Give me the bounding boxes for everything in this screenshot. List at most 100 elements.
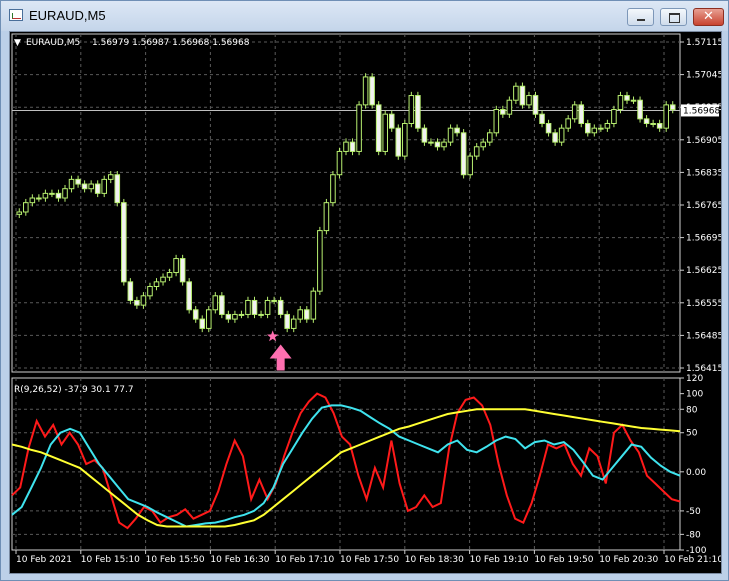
price-tick-label: 1.56485: [686, 331, 721, 341]
candle-body: [500, 109, 506, 115]
candle-body: [506, 99, 513, 115]
price-tick-label: 1.57115: [686, 38, 721, 48]
candle-body: [630, 99, 637, 102]
title-bar[interactable]: EURAUD,M5 ✕: [1, 1, 728, 31]
candle-body: [591, 127, 598, 134]
time-tick-label: 10 Feb 2021: [16, 555, 72, 565]
candle-body: [545, 123, 552, 134]
chart-area[interactable]: 1.571151.570451.569751.569051.568351.567…: [9, 31, 722, 574]
candle-body: [408, 95, 415, 125]
rsi-lines: [11, 392, 681, 530]
price-panel-frame: [11, 33, 681, 373]
candle-body: [23, 202, 29, 213]
candle-body: [532, 95, 539, 115]
chart-canvas[interactable]: 1.571151.570451.569751.569051.568351.567…: [10, 32, 721, 573]
time-tick-label: 10 Feb 19:10: [470, 555, 529, 565]
minimize-icon: [637, 19, 645, 21]
candle-body: [552, 132, 558, 143]
candle-body: [121, 202, 127, 283]
rsi-26-line: [11, 404, 681, 528]
close-icon: ✕: [703, 9, 714, 24]
indicator-tick-label: -80: [686, 530, 701, 540]
candle-body: [225, 313, 232, 320]
candle-body: [434, 141, 441, 148]
chart-window: EURAUD,M5 ✕ 1.571151.570451.569751.56905…: [0, 0, 729, 581]
candle-body: [205, 309, 212, 329]
candle-body: [526, 95, 532, 106]
candle-body: [310, 290, 317, 320]
indicator-tick-label: 0.00: [686, 468, 706, 478]
candle-body: [604, 123, 611, 129]
candle-body: [166, 272, 173, 278]
candle-body: [441, 141, 447, 148]
candle-body: [284, 313, 290, 329]
candle-body: [245, 299, 251, 315]
candle-body: [258, 313, 264, 316]
candle-body: [382, 113, 388, 152]
candle-body: [598, 127, 604, 130]
chart-window-icon: [9, 9, 23, 21]
candle-body: [290, 318, 297, 329]
indicator-tick-label: -50: [686, 507, 701, 517]
candle-body: [650, 123, 656, 125]
candle-body: [539, 113, 545, 124]
indicator-header: R(9,26,52) -37.9 30.1 77.7: [14, 385, 134, 395]
close-button[interactable]: ✕: [693, 8, 724, 26]
price-tick-label: 1.56765: [686, 201, 721, 211]
rsi-52-line: [11, 408, 681, 528]
candle-body: [264, 299, 271, 315]
candle-body: [147, 286, 153, 297]
candle-body: [480, 141, 487, 148]
candle-body: [421, 127, 428, 143]
candle-body: [107, 174, 114, 180]
price-tick-label: 1.56625: [686, 266, 721, 276]
signals: [266, 330, 292, 371]
candle-body: [415, 95, 421, 129]
candle-body: [36, 197, 42, 200]
candle-body: [493, 109, 500, 134]
time-tick-label: 10 Feb 19:50: [534, 555, 593, 565]
candle-body: [186, 281, 192, 311]
price-tick-label: 1.56905: [686, 136, 721, 146]
price-tick-label: 1.56695: [686, 234, 721, 244]
price-tick-label: 1.56555: [686, 299, 721, 309]
candle-body: [251, 299, 258, 315]
candle-body: [349, 141, 356, 152]
candle-body: [513, 85, 519, 101]
candle-body: [55, 192, 62, 199]
candle-body: [49, 192, 55, 195]
price-header-symbol: EURAUD,M5: [26, 38, 80, 48]
candle-body: [571, 104, 578, 120]
price-tick-label: 1.57045: [686, 71, 721, 81]
buy-arrow-icon: [269, 344, 292, 371]
maximize-button[interactable]: [660, 8, 687, 26]
time-tick-label: 10 Feb 20:30: [599, 555, 658, 565]
candle-body: [375, 104, 382, 152]
minimize-button[interactable]: [627, 8, 654, 26]
candle-body: [336, 150, 343, 176]
time-tick-label: 10 Feb 15:10: [81, 555, 140, 565]
candle-body: [192, 309, 199, 320]
candle-body: [68, 178, 75, 190]
candle-body: [663, 104, 669, 129]
price-header-values: 1.56979 1.56987 1.56968 1.56968: [92, 38, 250, 48]
candle-body: [75, 178, 81, 185]
candle-body: [101, 178, 108, 194]
time-tick-label: 10 Feb 17:50: [340, 555, 399, 565]
maximize-icon: [669, 13, 680, 23]
candle-body: [362, 76, 369, 106]
candle-body: [330, 174, 336, 204]
price-tick-label: 1.56415: [686, 364, 721, 374]
candle-body: [277, 299, 284, 315]
candle-body: [323, 202, 330, 232]
candle-body: [395, 127, 402, 157]
candle-body: [173, 258, 179, 274]
candle-body: [127, 281, 134, 301]
candle-body: [558, 127, 565, 143]
candle-body: [369, 76, 375, 106]
candle-body: [388, 113, 395, 129]
indicator-tick-label: 120: [686, 374, 703, 384]
candle-body: [212, 295, 219, 311]
candle-body: [140, 295, 147, 306]
candle-body: [62, 188, 68, 199]
